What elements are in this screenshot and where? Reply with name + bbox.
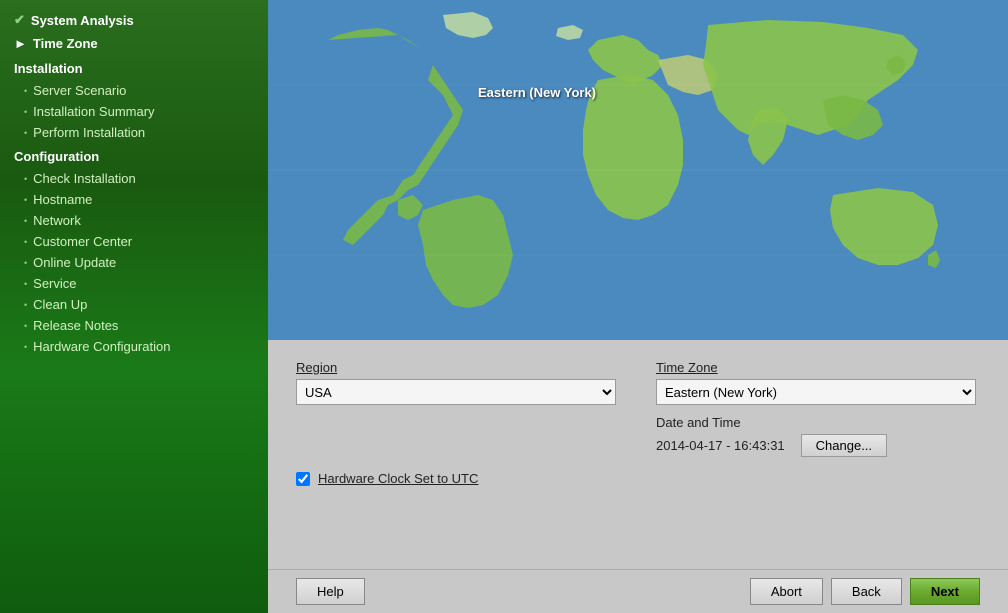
configuration-section-title: Configuration	[0, 143, 268, 168]
timezone-label: Time Zone	[656, 360, 976, 375]
form-area: Region USA Europe Asia Africa Americas P…	[268, 340, 1008, 569]
timezone-select[interactable]: Eastern (New York) Central Mountain Paci…	[656, 379, 976, 405]
bullet-icon: •	[24, 174, 27, 184]
bullet-icon: •	[24, 279, 27, 289]
hw-clock-row: Hardware Clock Set to UTC	[296, 471, 980, 486]
timezone-group: Time Zone Eastern (New York) Central Mou…	[656, 360, 976, 457]
datetime-label: Date and Time	[656, 415, 976, 430]
sidebar: ✔ System Analysis ► Time Zone Installati…	[0, 0, 268, 613]
sidebar-item-clean-up[interactable]: • Clean Up	[0, 294, 268, 315]
region-group: Region USA Europe Asia Africa Americas P…	[296, 360, 616, 405]
help-button[interactable]: Help	[296, 578, 365, 605]
sidebar-item-system-analysis[interactable]: ✔ System Analysis	[0, 8, 268, 32]
sidebar-item-hostname[interactable]: • Hostname	[0, 189, 268, 210]
installation-section-title: Installation	[0, 55, 268, 80]
sidebar-item-service[interactable]: • Service	[0, 273, 268, 294]
region-label: Region	[296, 360, 616, 375]
btn-right-group: Abort Back Next	[750, 578, 980, 605]
bullet-icon: •	[24, 195, 27, 205]
sidebar-item-network[interactable]: • Network	[0, 210, 268, 231]
world-map: Eastern (New York)	[268, 0, 1008, 340]
arrow-icon: ►	[14, 36, 27, 51]
sidebar-item-hardware-configuration[interactable]: • Hardware Configuration	[0, 336, 268, 357]
button-bar: Help Abort Back Next	[268, 569, 1008, 613]
datetime-group: Date and Time 2014-04-17 - 16:43:31 Chan…	[656, 415, 976, 457]
bullet-icon: •	[24, 321, 27, 331]
main-content: Eastern (New York) Region USA Europe Asi…	[268, 0, 1008, 613]
abort-button[interactable]: Abort	[750, 578, 823, 605]
hw-clock-label: Hardware Clock Set to UTC	[318, 471, 478, 486]
sidebar-item-online-update[interactable]: • Online Update	[0, 252, 268, 273]
bullet-icon: •	[24, 258, 27, 268]
sidebar-item-time-zone[interactable]: ► Time Zone	[0, 32, 268, 55]
back-button[interactable]: Back	[831, 578, 902, 605]
bullet-icon: •	[24, 107, 27, 117]
change-button[interactable]: Change...	[801, 434, 887, 457]
sidebar-item-installation-summary[interactable]: • Installation Summary	[0, 101, 268, 122]
next-button[interactable]: Next	[910, 578, 980, 605]
datetime-row: 2014-04-17 - 16:43:31 Change...	[656, 434, 976, 457]
sidebar-item-perform-installation[interactable]: • Perform Installation	[0, 122, 268, 143]
bullet-icon: •	[24, 342, 27, 352]
bullet-icon: •	[24, 237, 27, 247]
bullet-icon: •	[24, 300, 27, 310]
form-row-selects: Region USA Europe Asia Africa Americas P…	[296, 360, 980, 457]
sidebar-item-server-scenario[interactable]: • Server Scenario	[0, 80, 268, 101]
sidebar-item-check-installation[interactable]: • Check Installation	[0, 168, 268, 189]
bullet-icon: •	[24, 216, 27, 226]
checkmark-icon: ✔	[14, 12, 25, 28]
datetime-value: 2014-04-17 - 16:43:31	[656, 438, 785, 453]
region-select[interactable]: USA Europe Asia Africa Americas Pacific	[296, 379, 616, 405]
bullet-icon: •	[24, 86, 27, 96]
hw-clock-checkbox[interactable]	[296, 472, 310, 486]
sidebar-item-customer-center[interactable]: • Customer Center	[0, 231, 268, 252]
sidebar-item-release-notes[interactable]: • Release Notes	[0, 315, 268, 336]
bullet-icon: •	[24, 128, 27, 138]
